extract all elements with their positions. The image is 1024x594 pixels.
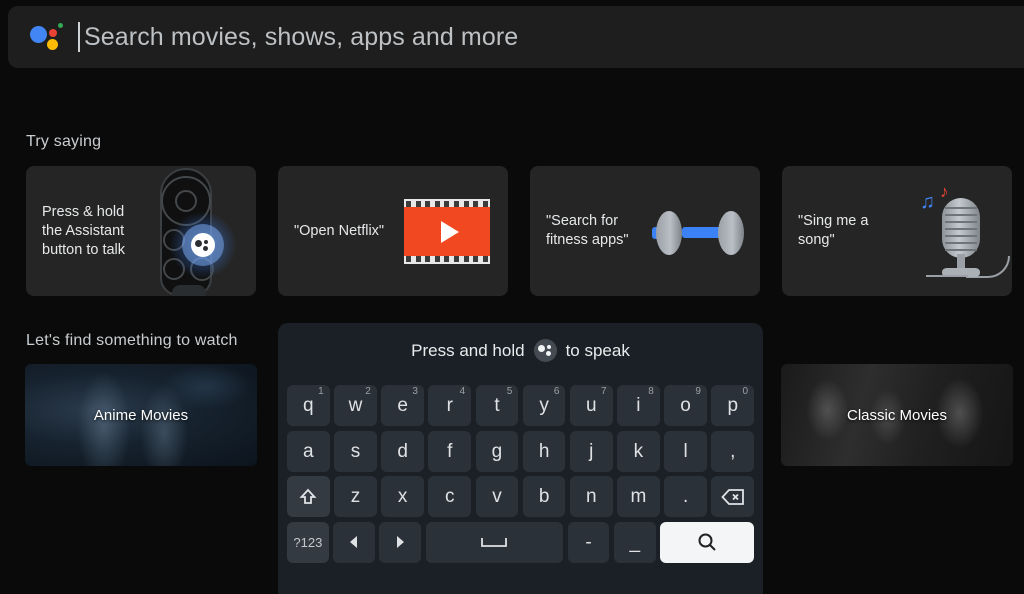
key-j[interactable]: j — [569, 430, 613, 472]
suggestion-card-fitness-apps[interactable]: "Search for fitness apps" — [530, 166, 760, 296]
key-m[interactable]: m — [617, 476, 660, 517]
keyboard-row-1: 1q 2w 3e 4r 5t 6y 7u 8i 9o 0p — [287, 385, 755, 426]
space-icon — [479, 535, 509, 549]
watch-card-classic-movies[interactable]: Classic Movies — [781, 364, 1013, 466]
suggestion-label: "Open Netflix" — [294, 222, 385, 239]
key-o[interactable]: 9o — [664, 385, 707, 426]
key-u[interactable]: 7u — [569, 385, 613, 426]
key-hyphen[interactable]: - — [567, 521, 610, 563]
search-bar[interactable]: Search movies, shows, apps and more — [8, 6, 1024, 68]
keyboard-row-3: z x c v b n m . — [287, 476, 755, 517]
text-cursor — [78, 22, 80, 52]
arrow-right-icon — [392, 534, 408, 550]
backspace-key[interactable] — [711, 476, 755, 517]
assistant-mic-icon[interactable] — [533, 339, 557, 362]
watch-card-label: Anime Movies — [93, 406, 189, 424]
key-t[interactable]: 5t — [475, 385, 519, 426]
try-saying-heading: Try saying — [26, 133, 102, 150]
key-q[interactable]: 1q — [287, 385, 330, 426]
assistant-blue-dot — [30, 26, 47, 43]
suggestion-label: Press & hold the Assistant button to tal… — [42, 203, 126, 258]
suggestion-card-open-netflix[interactable]: "Open Netflix" — [278, 166, 508, 296]
key-comma[interactable]: , — [711, 430, 755, 472]
tv-remote-assistant-icon — [138, 166, 256, 296]
cursor-right-key[interactable] — [379, 521, 422, 563]
symbols-key[interactable]: ?123 — [287, 521, 329, 563]
suggestion-card-sing-a-song[interactable]: "Sing me a song" ♫ ♪ — [782, 166, 1012, 296]
key-c[interactable]: c — [428, 476, 472, 517]
shift-key[interactable] — [287, 476, 330, 517]
key-f[interactable]: f — [428, 430, 472, 472]
key-w[interactable]: 2w — [334, 385, 377, 426]
suggestion-card-assistant-button[interactable]: Press & hold the Assistant button to tal… — [26, 166, 256, 296]
key-i[interactable]: 8i — [617, 385, 660, 426]
key-g[interactable]: g — [475, 430, 519, 472]
key-k[interactable]: k — [617, 430, 660, 472]
keyboard-row-4: ?123 - _ — [287, 521, 754, 563]
watch-card-anime-movies[interactable]: Anime Movies — [25, 364, 257, 466]
space-key[interactable] — [425, 521, 564, 563]
cursor-left-key[interactable] — [333, 521, 375, 563]
key-b[interactable]: b — [522, 476, 566, 517]
key-x[interactable]: x — [381, 476, 424, 517]
key-z[interactable]: z — [334, 476, 377, 517]
keyboard-voice-hint: Press and hold to speak — [278, 339, 763, 362]
key-y[interactable]: 6y — [522, 385, 566, 426]
suggestion-label: "Search for fitness apps" — [546, 213, 629, 248]
shift-icon — [298, 487, 318, 507]
key-l[interactable]: l — [664, 430, 707, 472]
key-n[interactable]: n — [569, 476, 613, 517]
suggestion-label: "Sing me a song" — [798, 213, 869, 248]
backspace-icon — [721, 488, 745, 506]
keyboard-row-2: a s d f g h j k l , — [287, 430, 755, 472]
key-v[interactable]: v — [475, 476, 519, 517]
film-strip-play-icon — [390, 166, 508, 296]
keyboard-rows: 1q 2w 3e 4r 5t 6y 7u 8i 9o 0p a s d f g … — [287, 385, 755, 567]
google-assistant-icon — [30, 22, 64, 52]
search-input[interactable]: Search movies, shows, apps and more — [84, 23, 518, 52]
hint-text-after: to speak — [565, 340, 630, 360]
arrow-left-icon — [346, 534, 362, 550]
key-underscore[interactable]: _ — [613, 521, 656, 563]
key-d[interactable]: d — [381, 430, 424, 472]
assistant-green-dot — [58, 23, 63, 28]
search-icon — [696, 531, 718, 553]
key-h[interactable]: h — [522, 430, 566, 472]
music-note-blue-icon: ♫ — [920, 191, 935, 213]
assistant-red-dot — [49, 29, 57, 37]
dumbbell-icon — [642, 166, 760, 296]
search-submit-key[interactable] — [660, 521, 754, 563]
key-e[interactable]: 3e — [381, 385, 424, 426]
vintage-microphone-icon: ♫ ♪ — [894, 166, 1012, 296]
key-a[interactable]: a — [287, 430, 330, 472]
key-r[interactable]: 4r — [428, 385, 472, 426]
try-saying-row: Press & hold the Assistant button to tal… — [26, 166, 1024, 296]
key-s[interactable]: s — [334, 430, 377, 472]
watch-heading: Let's find something to watch — [26, 332, 238, 349]
key-p[interactable]: 0p — [711, 385, 755, 426]
assistant-yellow-dot — [47, 39, 58, 50]
key-period[interactable]: . — [664, 476, 707, 517]
on-screen-keyboard: Press and hold to speak 1q 2w 3e 4r 5t 6… — [278, 323, 763, 594]
music-note-red-icon: ♪ — [940, 182, 949, 201]
hint-text-before: Press and hold — [411, 340, 525, 360]
android-tv-search-screen: Search movies, shows, apps and more Try … — [0, 0, 1024, 594]
watch-card-label: Classic Movies — [846, 406, 948, 424]
